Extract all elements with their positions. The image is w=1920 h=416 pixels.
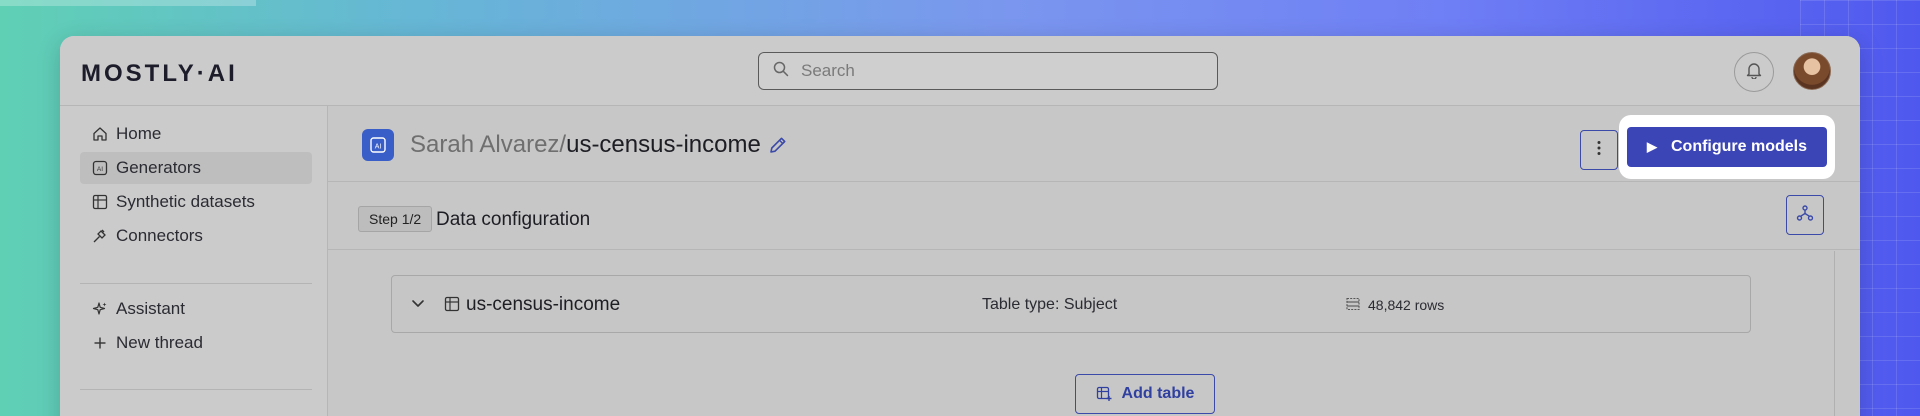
sidebar-item-label: Generators	[116, 158, 202, 177]
sidebar-item-synthetic-datasets[interactable]: Synthetic datasets	[80, 186, 312, 218]
search-icon	[773, 61, 789, 82]
add-table-label: Add table	[1121, 385, 1195, 402]
chevron-down-icon[interactable]	[410, 295, 426, 316]
edit-pencil-icon[interactable]	[768, 135, 788, 160]
generator-icon: AI	[92, 160, 108, 176]
search-input[interactable]	[801, 61, 1181, 81]
plug-icon	[92, 228, 108, 244]
home-icon	[92, 126, 108, 142]
relationship-view-button[interactable]	[1786, 195, 1824, 235]
configure-models-label: Configure models	[1670, 138, 1807, 155]
add-table-button[interactable]: Add table	[1075, 374, 1215, 414]
sidebar-item-assistant[interactable]: Assistant	[80, 293, 312, 325]
kebab-menu-icon	[1597, 140, 1601, 161]
dataset-icon	[92, 194, 108, 210]
page-title: Sarah Alvarez/us-census-income	[410, 131, 761, 159]
sidebar-item-label: Synthetic datasets	[116, 192, 255, 211]
table-type: Table type: Subject	[982, 296, 1118, 313]
sparkle-icon	[92, 301, 108, 317]
step-badge: Step 1/2	[358, 206, 433, 232]
notifications-button[interactable]	[1734, 52, 1774, 92]
app-window: MOSTLY·AI Home AI Generators	[60, 36, 1860, 416]
background-strip	[0, 0, 256, 6]
table-config-area: us-census-income Table type: Subject 48,…	[328, 251, 1860, 416]
svg-text:AI: AI	[375, 144, 382, 151]
search-box[interactable]	[758, 52, 1218, 90]
breadcrumb-owner[interactable]: Sarah Alvarez/	[410, 131, 566, 158]
sidebar-item-label: Connectors	[116, 226, 203, 245]
step-row: Step 1/2 Data configuration	[328, 182, 1860, 250]
top-bar: MOSTLY·AI	[60, 36, 1860, 106]
sidebar-item-label: Assistant	[116, 299, 185, 318]
table-row[interactable]: us-census-income Table type: Subject 48,…	[391, 275, 1751, 333]
generator-name: us-census-income	[566, 131, 761, 158]
more-options-button[interactable]	[1580, 130, 1618, 170]
sidebar-item-label: New thread	[116, 333, 203, 352]
configure-models-button[interactable]: ▶ Configure models	[1627, 127, 1827, 167]
generator-badge-icon: AI	[362, 129, 394, 161]
configure-highlight: ▶ Configure models	[1619, 115, 1835, 179]
svg-text:AI: AI	[97, 166, 103, 173]
user-avatar[interactable]	[1793, 52, 1831, 90]
table-icon	[444, 296, 460, 317]
sidebar-item-connectors[interactable]: Connectors	[80, 220, 312, 252]
bell-icon	[1746, 61, 1762, 84]
add-table-icon	[1096, 386, 1112, 402]
rows-icon	[1346, 297, 1360, 316]
main-panel: AI Sarah Alvarez/us-census-income ▶ Conf…	[328, 106, 1860, 416]
sidebar-item-label: Home	[116, 124, 162, 143]
sidebar: Home AI Generators Synthetic datasets Co…	[60, 106, 328, 416]
app-logo[interactable]: MOSTLY·AI	[81, 60, 238, 88]
sidebar-item-home[interactable]: Home	[80, 118, 312, 150]
hierarchy-icon	[1796, 204, 1814, 227]
sidebar-divider	[80, 283, 312, 284]
scrollbar-track[interactable]	[1834, 251, 1835, 416]
table-name: us-census-income	[466, 294, 621, 315]
sidebar-divider	[80, 389, 312, 390]
plus-icon	[92, 335, 108, 351]
generator-header: AI Sarah Alvarez/us-census-income ▶ Conf…	[328, 106, 1860, 182]
play-icon: ▶	[1646, 139, 1657, 154]
step-title: Data configuration	[436, 209, 591, 230]
sidebar-item-new-thread[interactable]: New thread	[80, 327, 312, 359]
sidebar-item-generators[interactable]: AI Generators	[80, 152, 312, 184]
row-count: 48,842 rows	[1368, 297, 1445, 313]
